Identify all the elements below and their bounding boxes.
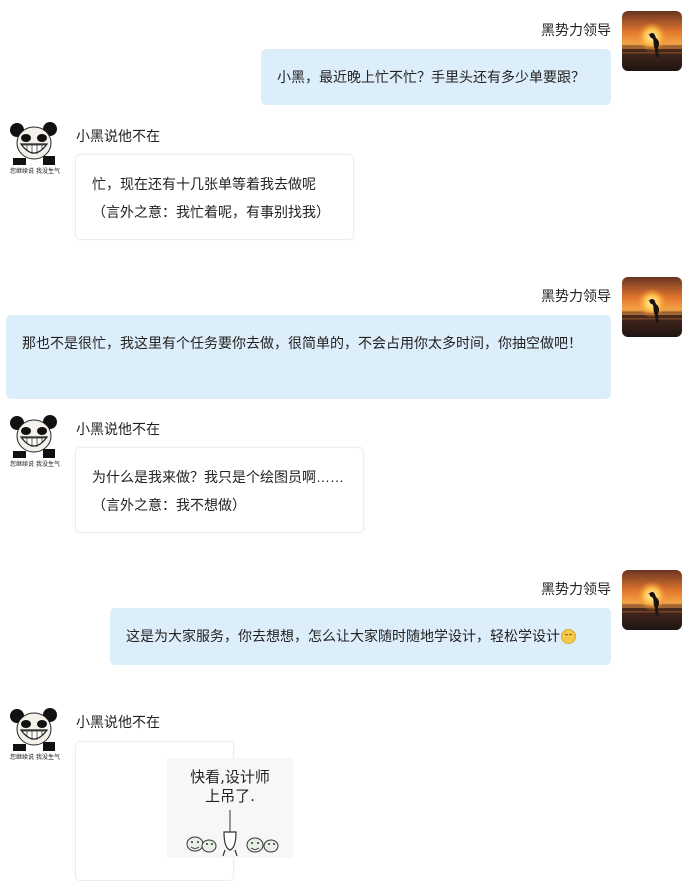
smile-emoji-icon [561, 629, 576, 644]
sticker-image[interactable]: 快看,设计师 上吊了. [167, 758, 293, 858]
message-leader-3: 黑势力领导 这是为大家服务，你去想想，怎么让大家随时随地学设计，轻松学设计 [0, 570, 691, 670]
sender-name: 黑势力领导 [541, 581, 611, 597]
panda-avatar[interactable] [5, 411, 65, 471]
message-xiaohei-2: 小黑说他不在 为什么是我来做？我只是个绘图员啊…… （言外之意：我不想做） [0, 411, 691, 541]
message-text-line: （言外之意：我不想做） [92, 497, 246, 513]
message-bubble[interactable]: 那也不是很忙，我这里有个任务要你去做，很简单的，不会占用你太多时间，你抽空做吧！ [6, 315, 611, 399]
laughing-panda-avatar-image [5, 118, 65, 178]
message-xiaohei-1: 小黑说他不在 忙，现在还有十几张单等着我去做呢 （言外之意：我忙着呢，有事别找我… [0, 118, 691, 248]
leader-avatar[interactable] [622, 11, 682, 71]
leader-avatar[interactable] [622, 277, 682, 337]
sender-name: 黑势力领导 [541, 22, 611, 38]
message-text-line: 为什么是我来做？我只是个绘图员啊…… [92, 469, 344, 485]
message-text-content: 这是为大家服务，你去想想，怎么让大家随时随地学设计，轻松学设计 [126, 628, 560, 644]
panda-avatar[interactable] [5, 118, 65, 178]
message-bubble[interactable]: 忙，现在还有十几张单等着我去做呢 （言外之意：我忙着呢，有事别找我） [75, 154, 354, 240]
sunset-heron-avatar-image [622, 570, 682, 630]
leader-avatar[interactable] [622, 570, 682, 630]
message-leader-2: 黑势力领导 那也不是很忙，我这里有个任务要你去做，很简单的，不会占用你太多时间，… [0, 277, 691, 407]
message-bubble[interactable]: 小黑，最近晚上忙不忙？手里头还有多少单要跟？ [261, 49, 611, 105]
sunset-heron-avatar-image [622, 277, 682, 337]
message-xiaohei-3: 小黑说他不在 快看,设计师 上吊了. [0, 704, 691, 881]
message-text: 那也不是很忙，我这里有个任务要你去做，很简单的，不会占用你太多时间，你抽空做吧！ [22, 335, 582, 351]
message-text: 小黑，最近晚上忙不忙？手里头还有多少单要跟？ [277, 69, 585, 85]
sender-name: 小黑说他不在 [76, 714, 160, 730]
message-bubble[interactable]: 这是为大家服务，你去想想，怎么让大家随时随地学设计，轻松学设计 [110, 608, 611, 665]
sender-name: 黑势力领导 [541, 288, 611, 304]
laughing-panda-avatar-image [5, 411, 65, 471]
message-bubble[interactable]: 为什么是我来做？我只是个绘图员啊…… （言外之意：我不想做） [75, 447, 364, 533]
sender-name: 小黑说他不在 [76, 128, 160, 144]
sender-name: 小黑说他不在 [76, 421, 160, 437]
message-bubble[interactable]: 快看,设计师 上吊了. [75, 741, 293, 881]
message-text-line: 忙，现在还有十几张单等着我去做呢 [92, 176, 316, 192]
laughing-panda-avatar-image [5, 704, 65, 764]
message-text: 这是为大家服务，你去想想，怎么让大家随时随地学设计，轻松学设计 [126, 622, 595, 650]
sticker-drawing [186, 810, 279, 857]
message-text-line: （言外之意：我忙着呢，有事别找我） [92, 204, 330, 220]
panda-avatar[interactable] [5, 704, 65, 764]
message-leader-1: 黑势力领导 小黑，最近晚上忙不忙？手里头还有多少单要跟？ [0, 11, 691, 111]
sunset-heron-avatar-image [622, 11, 682, 71]
